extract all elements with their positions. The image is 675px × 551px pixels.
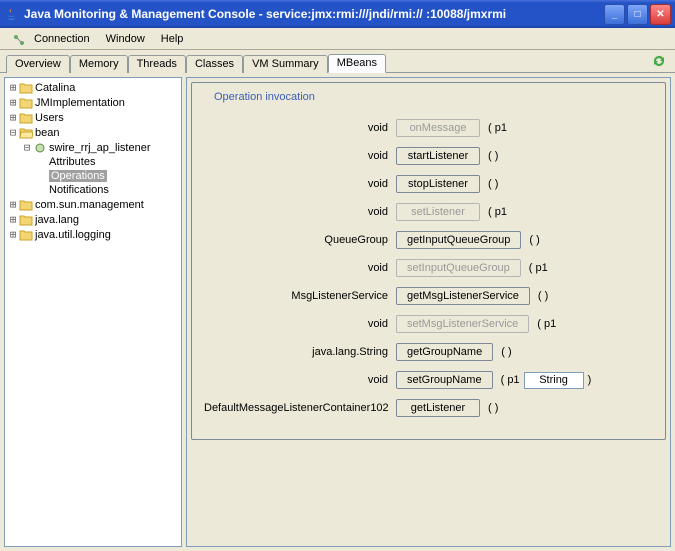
- return-type: DefaultMessageListenerContainer102: [204, 402, 396, 414]
- mbean-tree[interactable]: ⊞Catalina ⊞JMImplementation ⊞Users ⊟bean…: [4, 77, 182, 547]
- expand-icon[interactable]: ⊞: [7, 111, 19, 124]
- connection-icon: [4, 31, 20, 47]
- operation-row: voidsetInputQueueGroup ( p1: [204, 259, 653, 277]
- tab-vm-summary[interactable]: VM Summary: [243, 55, 328, 73]
- operation-row: DefaultMessageListenerContainer102getLis…: [204, 399, 653, 417]
- params: ( ): [529, 234, 539, 246]
- menu-help[interactable]: Help: [153, 31, 192, 47]
- invoke-setMsgListenerService-button: setMsgListenerService: [396, 315, 529, 333]
- tree-catalina[interactable]: Catalina: [35, 82, 75, 94]
- params: ( p1 ): [501, 372, 592, 389]
- folder-icon: [19, 112, 33, 124]
- tree-java-lang[interactable]: java.lang: [35, 214, 79, 226]
- param-input[interactable]: [524, 372, 584, 389]
- folder-icon: [19, 214, 33, 226]
- folder-open-icon: [19, 127, 33, 139]
- return-type: void: [204, 318, 396, 330]
- expand-icon[interactable]: ⊞: [7, 96, 19, 109]
- invoke-onMessage-button: onMessage: [396, 119, 480, 137]
- tab-classes[interactable]: Classes: [186, 55, 243, 73]
- collapse-icon[interactable]: ⊟: [21, 141, 33, 154]
- operation-row: voidsetGroupName ( p1 ): [204, 371, 653, 389]
- tabbar: Overview Memory Threads Classes VM Summa…: [0, 50, 675, 72]
- params: ( ): [488, 402, 498, 414]
- invoke-setInputQueueGroup-button: setInputQueueGroup: [396, 259, 521, 277]
- return-type: void: [204, 374, 396, 386]
- tab-threads[interactable]: Threads: [128, 55, 186, 73]
- params: ( p1: [529, 262, 548, 274]
- folder-icon: [19, 82, 33, 94]
- group-title: Operation invocation: [210, 91, 319, 103]
- invoke-startListener-button[interactable]: startListener: [396, 147, 480, 165]
- operation-row: voidsetListener ( p1: [204, 203, 653, 221]
- expand-icon[interactable]: ⊞: [7, 198, 19, 211]
- tree-notifications[interactable]: Notifications: [49, 184, 109, 196]
- invoke-getListener-button[interactable]: getListener: [396, 399, 480, 417]
- invoke-getGroupName-button[interactable]: getGroupName: [396, 343, 493, 361]
- operation-panel: Operation invocation voidonMessage( p1vo…: [186, 77, 671, 547]
- invoke-getMsgListenerService-button[interactable]: getMsgListenerService: [396, 287, 530, 305]
- expand-icon[interactable]: ⊞: [7, 228, 19, 241]
- window-title: Java Monitoring & Management Console - s…: [24, 7, 604, 21]
- operation-row: QueueGroupgetInputQueueGroup ( ): [204, 231, 653, 249]
- return-type: void: [204, 178, 396, 190]
- return-type: MsgListenerService: [204, 290, 396, 302]
- collapse-icon[interactable]: ⊟: [7, 126, 19, 139]
- operation-row: voidstopListener ( ): [204, 175, 653, 193]
- java-icon: [4, 6, 20, 22]
- operation-row: java.lang.StringgetGroupName ( ): [204, 343, 653, 361]
- tab-mbeans[interactable]: MBeans: [328, 54, 386, 73]
- expand-icon[interactable]: ⊞: [7, 81, 19, 94]
- params: ( ): [488, 178, 498, 190]
- tree-attributes[interactable]: Attributes: [49, 156, 95, 168]
- tree-java-util[interactable]: java.util.logging: [35, 229, 111, 241]
- tree-bean[interactable]: bean: [35, 127, 59, 139]
- params: ( p1: [537, 318, 556, 330]
- operation-row: voidstartListener ( ): [204, 147, 653, 165]
- tree-swire[interactable]: swire_rrj_ap_listener: [49, 142, 151, 154]
- folder-icon: [19, 199, 33, 211]
- refresh-icon[interactable]: [651, 53, 667, 69]
- menubar: Connection Window Help: [0, 28, 675, 50]
- maximize-button[interactable]: □: [627, 4, 648, 25]
- return-type: void: [204, 122, 396, 134]
- invoke-setGroupName-button[interactable]: setGroupName: [396, 371, 493, 389]
- tab-overview[interactable]: Overview: [6, 55, 70, 73]
- menu-window[interactable]: Window: [98, 31, 153, 47]
- operation-row: voidonMessage ( p1: [204, 119, 653, 137]
- operation-row: MsgListenerServicegetMsgListenerService (…: [204, 287, 653, 305]
- tree-com-sun[interactable]: com.sun.management: [35, 199, 144, 211]
- folder-icon: [19, 97, 33, 109]
- tree-jmimplementation[interactable]: JMImplementation: [35, 97, 125, 109]
- invoke-setListener-button: setListener: [396, 203, 480, 221]
- return-type: void: [204, 262, 396, 274]
- operation-group: Operation invocation voidonMessage( p1vo…: [191, 82, 666, 440]
- params: ( p1: [488, 122, 507, 134]
- invoke-getInputQueueGroup-button[interactable]: getInputQueueGroup: [396, 231, 521, 249]
- tree-operations[interactable]: Operations: [49, 170, 107, 182]
- tree-users[interactable]: Users: [35, 112, 64, 124]
- minimize-button[interactable]: _: [604, 4, 625, 25]
- return-type: void: [204, 150, 396, 162]
- folder-icon: [19, 229, 33, 241]
- bean-icon: [33, 142, 47, 154]
- titlebar: Java Monitoring & Management Console - s…: [0, 0, 675, 28]
- return-type: void: [204, 206, 396, 218]
- params: ( ): [488, 150, 498, 162]
- expand-icon[interactable]: ⊞: [7, 213, 19, 226]
- menu-connection[interactable]: Connection: [26, 31, 98, 47]
- return-type: java.lang.String: [204, 346, 396, 358]
- return-type: QueueGroup: [204, 234, 396, 246]
- params: ( p1: [488, 206, 507, 218]
- close-button[interactable]: ✕: [650, 4, 671, 25]
- content-area: ⊞Catalina ⊞JMImplementation ⊞Users ⊟bean…: [0, 72, 675, 551]
- params: ( ): [538, 290, 548, 302]
- operation-row: voidsetMsgListenerService ( p1: [204, 315, 653, 333]
- tab-memory[interactable]: Memory: [70, 55, 128, 73]
- window-controls: _ □ ✕: [604, 4, 671, 25]
- invoke-stopListener-button[interactable]: stopListener: [396, 175, 480, 193]
- params: ( ): [501, 346, 511, 358]
